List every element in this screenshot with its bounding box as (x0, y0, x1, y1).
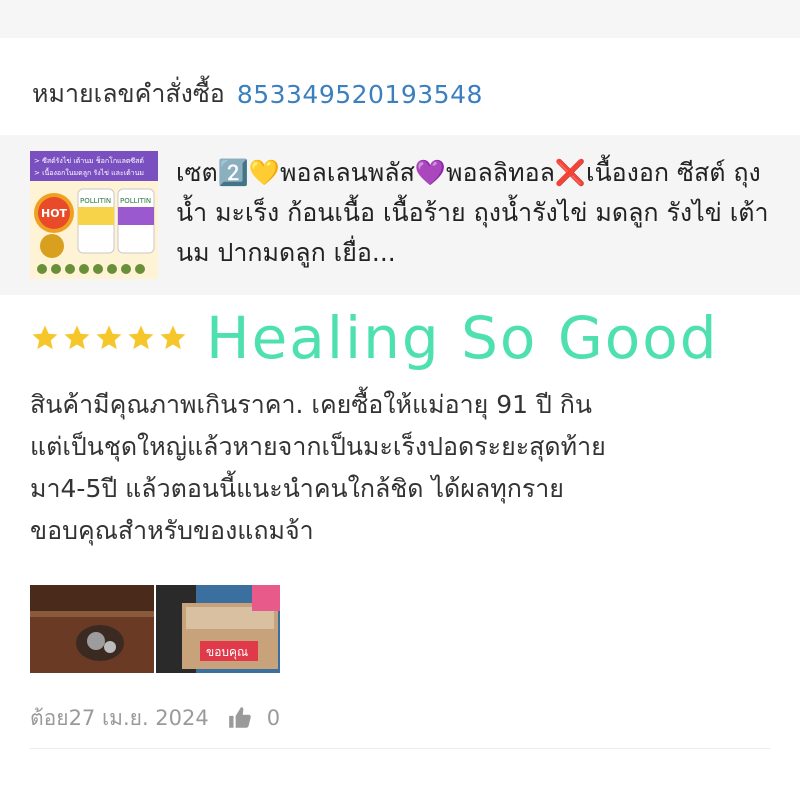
star-icon (160, 325, 186, 350)
star-icon (96, 325, 122, 350)
review-photo-2[interactable]: ขอบคุณ (156, 585, 280, 673)
bottle-1-label: POLLITIN (80, 197, 111, 205)
star-rating (30, 323, 188, 353)
product-card[interactable]: > ซีสต์รังไข่ เต้านม ช็อกโกแลตซีสต์ > เน… (0, 135, 800, 295)
photo-box-label: ขอบคุณ (206, 645, 248, 660)
review-line: แต่เป็นชุดใหญ่แล้วหายจากเป็นมะเร็งปอดระย… (30, 432, 606, 461)
star-icon (128, 325, 154, 350)
star-icon (64, 325, 90, 350)
order-number-label: หมายเลขคำสั่งซื้อ (32, 79, 225, 108)
like-count: 0 (266, 706, 281, 730)
order-number-value[interactable]: 853349520193548 (237, 80, 483, 109)
review-photos: ขอบคุณ (30, 585, 280, 673)
bottle-2-label: POLLITIN (120, 197, 151, 205)
review-headline: Healing So Good (206, 304, 719, 372)
order-number-row: หมายเลขคำสั่งซื้อ 853349520193548 (32, 72, 483, 116)
thumb-text-1: > ซีสต์รังไข่ เต้านม ช็อกโกแลตซีสต์ (34, 156, 144, 165)
review-line: มา4-5ปี แล้วตอนนี้แนะนำคนใกล้ชิด ได้ผลทุ… (30, 474, 564, 503)
review-line: ขอบคุณสำหรับของแถมจ้า (30, 516, 314, 545)
review-date: 27 เม.ย. 2024 (68, 705, 209, 730)
review-meta: ต้อย 27 เม.ย. 2024 0 (30, 700, 280, 736)
product-title[interactable]: เซต2️⃣💛พอลเลนพลัส💜พอลลิทอล❌เนื้องอก ซีสต… (176, 153, 776, 273)
top-bar (0, 0, 800, 38)
star-icon (32, 325, 58, 350)
review-author: ต้อย (30, 705, 69, 730)
review-line: สินค้ามีคุณภาพเกินราคา. เคยซื้อให้แม่อาย… (30, 390, 593, 419)
rating-row: Healing So Good (30, 304, 719, 372)
review-photo-1[interactable] (30, 585, 154, 673)
review-text: สินค้ามีคุณภาพเกินราคา. เคยซื้อให้แม่อาย… (30, 384, 770, 552)
hot-badge: HOT (41, 207, 68, 220)
thumbs-up-icon[interactable] (227, 705, 253, 731)
product-thumbnail[interactable]: > ซีสต์รังไข่ เต้านม ช็อกโกแลตซีสต์ > เน… (30, 151, 158, 279)
divider (30, 748, 770, 749)
